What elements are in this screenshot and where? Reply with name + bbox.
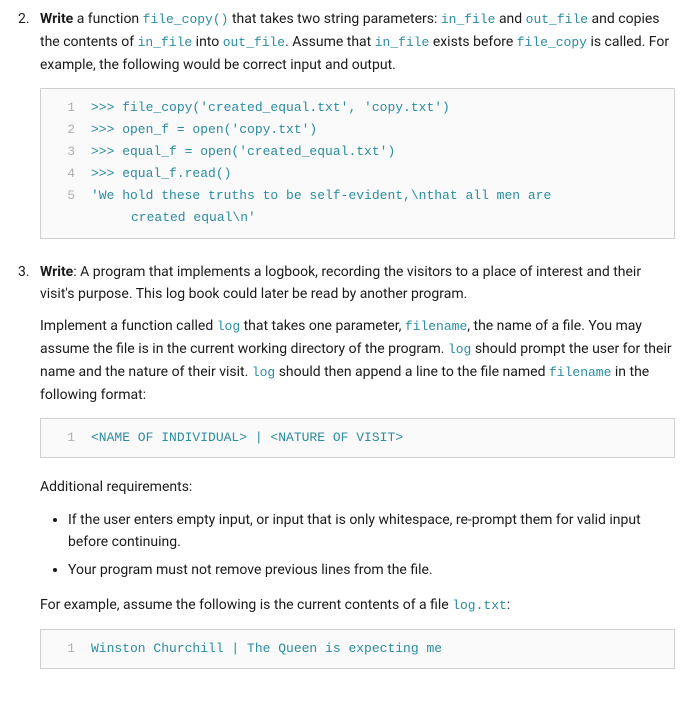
q3-text: Implement a function called <box>40 318 217 334</box>
code-line: 1 Winston Churchill | The Queen is expec… <box>51 638 664 660</box>
q3-text: should then append a line to the file na… <box>275 364 549 380</box>
q3-fn: log <box>448 342 471 357</box>
code-text: created equal\n' <box>91 207 664 229</box>
code-text: >>> open_f = open('copy.txt') <box>91 119 664 141</box>
line-number: 1 <box>51 427 75 449</box>
q2-param-out: out_file <box>223 35 285 50</box>
q2-param-in: in_file <box>441 12 496 27</box>
q2-text: . Assume that <box>285 34 375 50</box>
q3-example-file: log.txt <box>452 598 507 613</box>
q3-log-code-block: 1 Winston Churchill | The Queen is expec… <box>40 629 675 669</box>
code-text: >>> equal_f.read() <box>91 163 664 185</box>
code-line: 4 >>> equal_f.read() <box>51 163 664 185</box>
q2-text: a function <box>73 11 142 27</box>
problem-3: Write: A program that implements a logbo… <box>18 261 675 669</box>
q3-param: filename <box>549 365 611 380</box>
problem-2: Write a function file_copy() that takes … <box>18 8 675 239</box>
q3-text: : A program that implements a logbook, r… <box>40 264 641 302</box>
q3-text: that takes one parameter, <box>240 318 405 334</box>
q2-text: that takes two string parameters: <box>228 11 440 27</box>
code-text: >>> file_copy('created_equal.txt', 'copy… <box>91 97 664 119</box>
code-line: 3 >>> equal_f = open('created_equal.txt'… <box>51 141 664 163</box>
q3-requirements-list: If the user enters empty input, or input… <box>40 509 675 582</box>
q2-param-in: in_file <box>375 35 430 50</box>
code-text: >>> equal_f = open('created_equal.txt') <box>91 141 664 163</box>
q2-text: into <box>192 34 223 50</box>
code-text: 'We hold these truths to be self-evident… <box>91 185 664 207</box>
q2-lead-bold: Write <box>40 11 73 27</box>
code-text: Winston Churchill | The Queen is expecti… <box>91 638 664 660</box>
line-number: 1 <box>51 97 75 119</box>
q3-fn: log <box>252 365 275 380</box>
q2-text: exists before <box>429 34 516 50</box>
q2-code-block: 1 >>> file_copy('created_equal.txt', 'co… <box>40 88 675 239</box>
code-line: . created equal\n' <box>51 207 664 229</box>
line-number: 2 <box>51 119 75 141</box>
q2-param-out: out_file <box>526 12 588 27</box>
line-number: 5 <box>51 185 75 207</box>
q2-prompt: Write a function file_copy() that takes … <box>40 8 675 76</box>
q2-fn: file_copy <box>517 35 587 50</box>
q3-param: filename <box>405 319 467 334</box>
problem-list: Write a function file_copy() that takes … <box>18 8 675 669</box>
q2-fn: file_copy() <box>143 12 229 27</box>
code-line: 1 >>> file_copy('created_equal.txt', 'co… <box>51 97 664 119</box>
list-item: Your program must not remove previous li… <box>68 559 675 581</box>
q3-fn: log <box>217 319 240 334</box>
q3-lead-bold: Write <box>40 264 73 280</box>
q3-format-code-block: 1 <NAME OF INDIVIDUAL> | <NATURE OF VISI… <box>40 418 675 458</box>
q3-text: : <box>507 597 510 613</box>
q2-param-in: in_file <box>138 35 193 50</box>
code-text: <NAME OF INDIVIDUAL> | <NATURE OF VISIT> <box>91 427 664 449</box>
q3-additional-heading: Additional requirements: <box>40 476 675 498</box>
code-line: 1 <NAME OF INDIVIDUAL> | <NATURE OF VISI… <box>51 427 664 449</box>
code-line: 2 >>> open_f = open('copy.txt') <box>51 119 664 141</box>
q3-example-intro: For example, assume the following is the… <box>40 594 675 617</box>
q3-prompt: Write: A program that implements a logbo… <box>40 261 675 306</box>
list-item: If the user enters empty input, or input… <box>68 509 675 554</box>
q2-text: and <box>495 11 525 27</box>
line-number: 1 <box>51 638 75 660</box>
q3-text: For example, assume the following is the… <box>40 597 452 613</box>
line-number: 4 <box>51 163 75 185</box>
q3-para2: Implement a function called log that tak… <box>40 315 675 406</box>
line-number: 3 <box>51 141 75 163</box>
code-line: 5 'We hold these truths to be self-evide… <box>51 185 664 207</box>
